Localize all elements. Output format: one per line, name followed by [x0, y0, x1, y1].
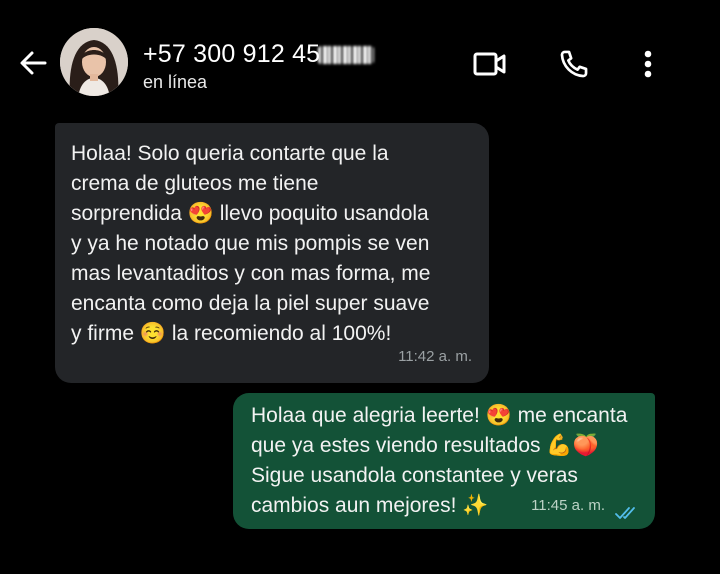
message-line: y ya he notado que mis pompis se ven — [71, 232, 430, 255]
video-camera-icon — [473, 52, 506, 76]
redaction-mark — [318, 46, 375, 64]
back-button[interactable] — [16, 46, 50, 80]
message-line: Sigue usandola constantee y veras — [251, 464, 578, 487]
outgoing-message-bubble[interactable]: Holaa que alegria leerte! 😍 me encanta q… — [233, 393, 655, 529]
message-line: Holaa que alegria leerte! 😍 me encanta — [251, 404, 628, 427]
video-call-button[interactable] — [470, 44, 510, 84]
more-vertical-icon — [644, 50, 652, 78]
message-line: sorprendida 😍 llevo poquito usandola — [71, 202, 429, 225]
contact-number: +57 300 912 45 — [143, 40, 321, 68]
chat-header: +57 300 912 45 en línea — [0, 0, 720, 118]
arrow-left-icon — [20, 51, 47, 75]
message-line: encanta como deja la piel super suave — [71, 292, 430, 315]
message-line: Holaa! Solo queria contarte que la — [71, 142, 389, 165]
phone-icon — [560, 50, 588, 78]
message-line: que ya estes viendo resultados 💪🍑 — [251, 434, 599, 457]
message-timestamp: 11:45 a. m. — [531, 497, 605, 514]
profile-photo — [60, 28, 128, 96]
incoming-message-bubble[interactable]: Holaa! Solo queria contarte que la crema… — [55, 123, 489, 383]
avatar[interactable] — [60, 28, 128, 96]
more-options-button[interactable] — [628, 44, 668, 84]
message-line: crema de gluteos me tiene — [71, 172, 319, 195]
voice-call-button[interactable] — [554, 44, 594, 84]
message-timestamp: 11:42 a. m. — [398, 348, 472, 365]
message-line: mas levantaditos y con mas forma, me — [71, 262, 431, 285]
double-check-icon — [615, 507, 635, 519]
contact-name[interactable]: +57 300 912 45 — [143, 40, 375, 69]
contact-status: en línea — [143, 72, 208, 92]
